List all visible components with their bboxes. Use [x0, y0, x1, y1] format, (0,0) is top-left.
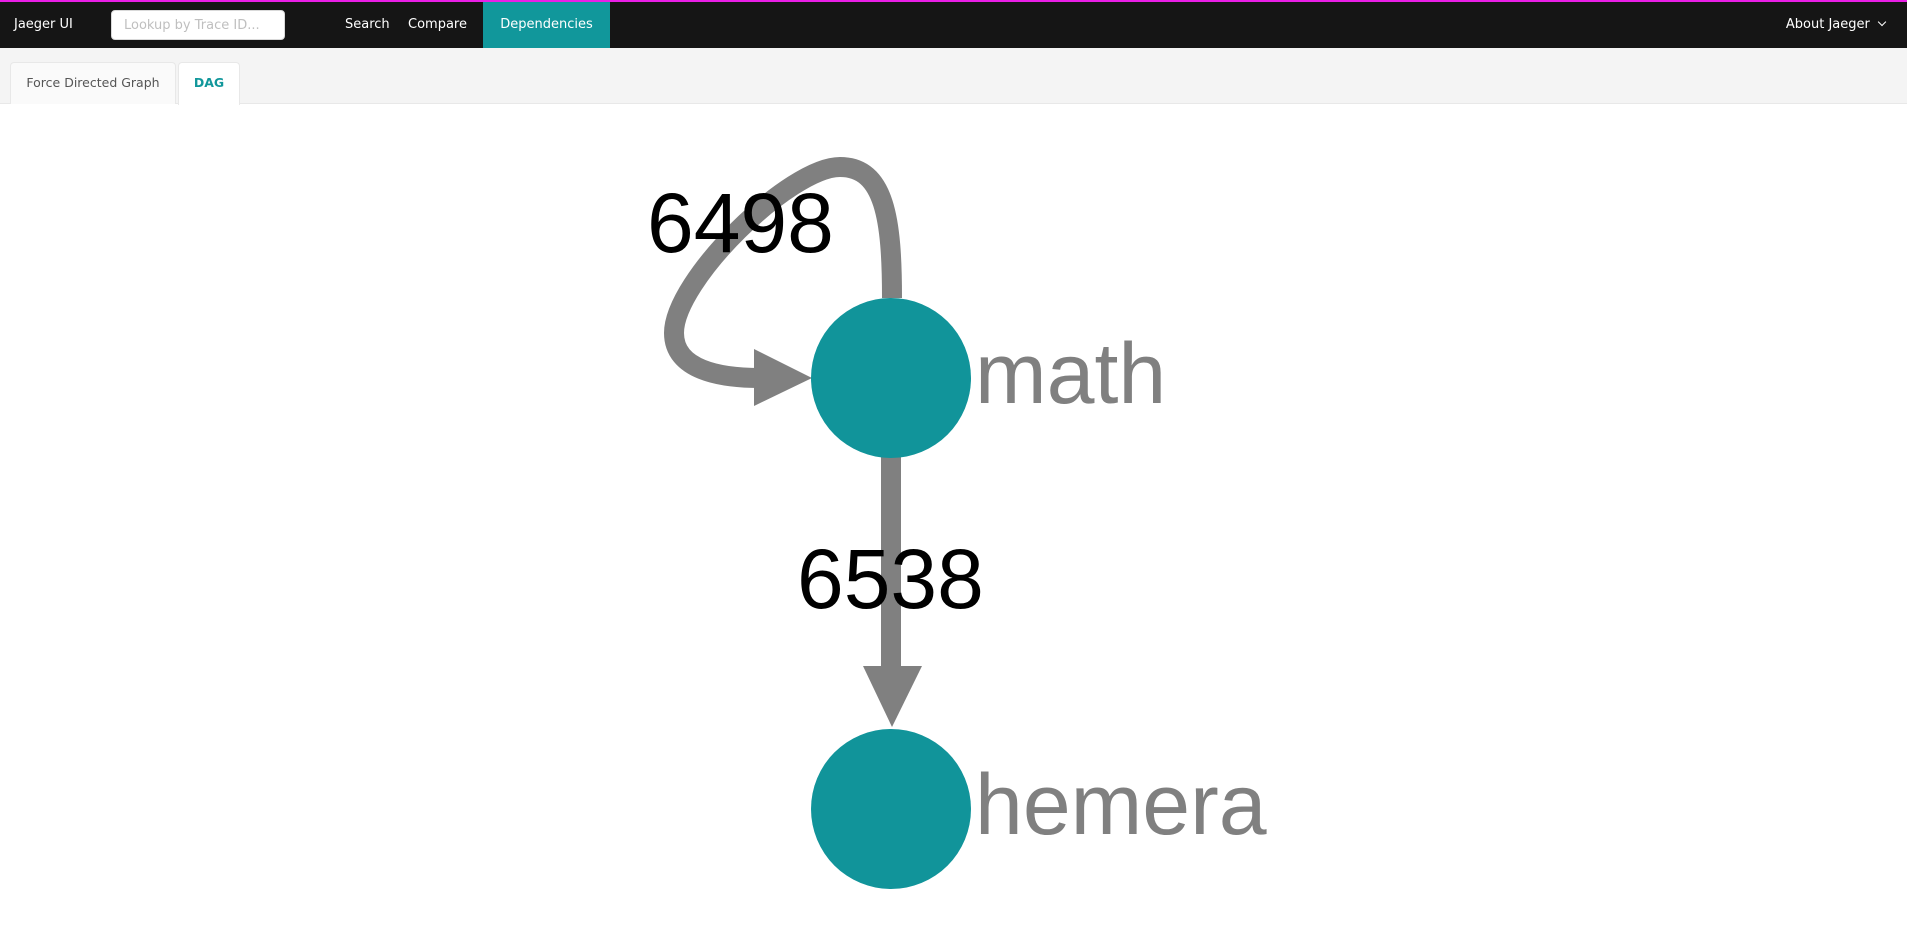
brand-link[interactable]: Jaeger UI [14, 2, 73, 48]
node-hemera[interactable] [811, 729, 971, 889]
chevron-down-icon [1877, 17, 1887, 27]
edge-label-math-hemera: 6538 [797, 532, 984, 626]
about-jaeger-menu[interactable]: About Jaeger [1785, 2, 1887, 48]
node-label-math: math [975, 326, 1166, 422]
node-label-hemera: hemera [975, 757, 1267, 853]
trace-id-lookup-input[interactable] [111, 10, 285, 40]
arrowhead-math-hemera [863, 666, 922, 727]
arrowhead-math-math [754, 349, 812, 406]
nav-dependencies[interactable]: Dependencies [483, 2, 610, 48]
tab-force-directed-graph[interactable]: Force Directed Graph [10, 62, 176, 104]
dag-graph: 6498 6538 math hemera [647, 156, 1267, 889]
about-label: About Jaeger [1785, 17, 1870, 32]
node-math[interactable] [811, 298, 971, 458]
nav-compare[interactable]: Compare [388, 2, 487, 48]
edge-label-math-math: 6498 [647, 176, 834, 270]
tab-dag[interactable]: DAG [178, 62, 240, 105]
top-navbar: Jaeger UI Search Compare Dependencies Ab… [0, 0, 1907, 48]
graph-tabs: Force Directed Graph DAG [0, 48, 1907, 105]
